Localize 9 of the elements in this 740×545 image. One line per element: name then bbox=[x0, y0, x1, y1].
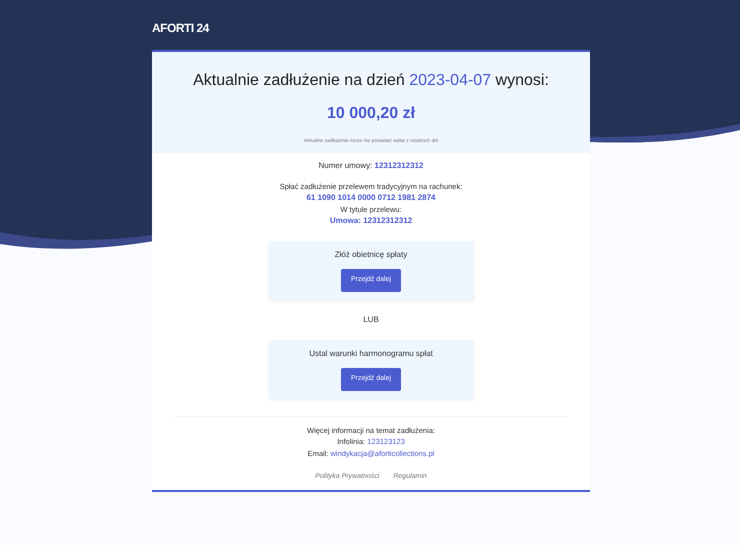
balance-amount: 10 000,20 zł bbox=[326, 104, 416, 124]
logo: AFORTI 24 bbox=[152, 20, 209, 37]
balance-heading: Aktualnie zadłużenie na dzień 2023-04-07 wynosi: bbox=[193, 71, 549, 91]
transfer-title-value: Umowa: 12312312312 bbox=[330, 215, 412, 227]
option-title: Złóż obietnicę spłaty bbox=[334, 249, 408, 261]
option-title: Ustal warunki harmonogramu spłat bbox=[309, 348, 433, 360]
account-number: 61 1090 1014 0000 0712 1981 2874 bbox=[306, 192, 436, 204]
separator-text: LUB bbox=[363, 314, 379, 326]
contract-number: Numer umowy: 12312312312 bbox=[318, 160, 424, 172]
